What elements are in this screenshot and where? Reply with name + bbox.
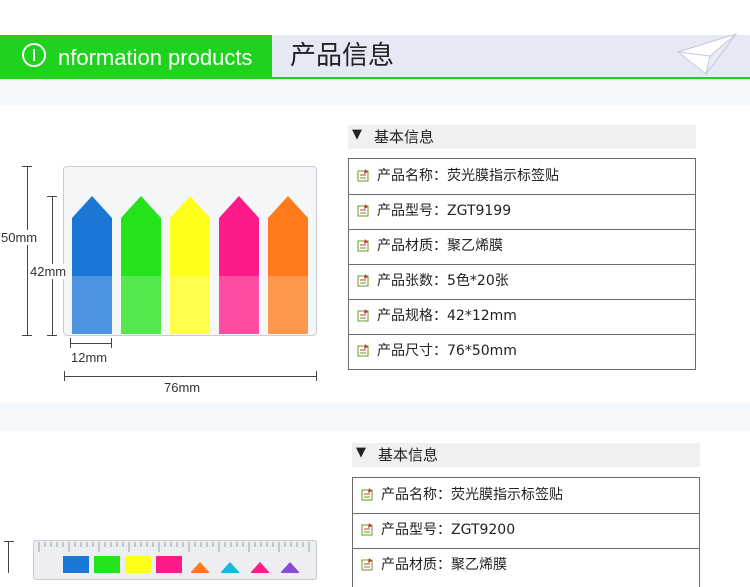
note-icon: [361, 488, 373, 501]
dim-tick: [316, 371, 317, 381]
section-band: [0, 403, 750, 431]
ruler-flag-square: [94, 556, 120, 573]
dim-line-flag-width: [70, 343, 112, 344]
spec-row: 产品材质：聚乙烯膜: [353, 548, 699, 583]
ruler-flag-square: [125, 556, 151, 573]
flag-film-overlay: [268, 276, 308, 334]
note-icon: [361, 523, 373, 536]
section2-heading: 基本信息: [378, 446, 439, 464]
flag-strips: [72, 196, 308, 334]
ruler-flags: [38, 542, 310, 573]
spec-row-label: 产品规格：42*12mm: [377, 308, 517, 324]
section2-heading-bar: ▼ 基本信息: [352, 443, 700, 467]
spec-row-label: 产品型号：ZGT9200: [381, 522, 516, 538]
dim-tick: [47, 335, 57, 336]
ruler-flag-arrow: [251, 562, 269, 573]
dim-line-width: [64, 376, 317, 377]
section1-heading: 基本信息: [374, 128, 435, 146]
section1-heading-bar: ▼ 基本信息: [348, 125, 696, 149]
dim-line-height: [8, 541, 9, 573]
triangle-down-icon: ▼: [352, 127, 362, 142]
spec-row-label: 产品材质：聚乙烯膜: [377, 238, 503, 254]
section2-spec-table: 产品名称：荧光膜指示标签贴 产品型号：ZGT9200 产品材质：聚乙烯膜: [352, 477, 700, 587]
spec-row: 产品材质：聚乙烯膜: [349, 229, 695, 265]
note-icon: [361, 558, 373, 571]
dim-tick: [64, 371, 65, 381]
info-circle-icon: [22, 43, 46, 67]
header-title-cn: 产品信息: [290, 41, 395, 71]
spec-row-label: 产品张数：5色*20张: [377, 273, 509, 289]
ruler-flag-arrow: [191, 562, 209, 573]
flag-film-overlay: [219, 276, 259, 334]
spec-row-label: 产品尺寸：76*50mm: [377, 343, 517, 359]
paper-plane-icon: [676, 33, 738, 75]
dim-tick: [22, 166, 32, 167]
section-band: [0, 79, 750, 105]
spec-row: 产品尺寸：76*50mm: [349, 334, 695, 369]
dim-tick: [22, 335, 32, 336]
dim-tick: [111, 338, 112, 348]
flag-film-overlay: [170, 276, 210, 334]
ruler-flag-square: [63, 556, 89, 573]
dim-label-height-inner: 42mm: [30, 264, 67, 279]
ruler-flag-arrow: [221, 562, 239, 573]
triangle-down-icon: ▼: [356, 445, 366, 460]
spec-row-label: 产品材质：聚乙烯膜: [381, 557, 507, 573]
spec-row: 产品规格：42*12mm: [349, 299, 695, 335]
spec-row-label: 产品名称：荧光膜指示标签贴: [381, 487, 563, 503]
spec-row-label: 产品型号：ZGT9199: [377, 203, 512, 219]
dim-line-height-outer: [27, 166, 28, 336]
ruler-flag-square: [156, 556, 182, 573]
flag-film-overlay: [121, 276, 161, 334]
ruler-flag-arrow: [281, 562, 299, 573]
dim-label-width: 76mm: [164, 380, 201, 395]
section1-spec-table: 产品名称：荧光膜指示标签贴 产品型号：ZGT9199 产品材质：聚乙烯膜 产品张…: [348, 158, 696, 370]
note-icon: [357, 309, 369, 322]
spec-row: 产品型号：ZGT9200: [353, 513, 699, 549]
note-icon: [357, 239, 369, 252]
dim-tick: [4, 541, 14, 542]
spec-row: 产品型号：ZGT9199: [349, 194, 695, 230]
note-icon: [357, 204, 369, 217]
note-icon: [357, 169, 369, 182]
note-icon: [357, 274, 369, 287]
note-icon: [357, 344, 369, 357]
flag-film-overlay: [72, 276, 112, 334]
dim-label-flag-width: 12mm: [71, 350, 108, 365]
spec-row: 产品名称：荧光膜指示标签贴: [349, 159, 695, 195]
spec-row: 产品张数：5色*20张: [349, 264, 695, 300]
dim-tick: [47, 196, 57, 197]
spec-row: 产品名称：荧光膜指示标签贴: [353, 478, 699, 514]
dim-label-height-outer: 50mm: [1, 230, 38, 245]
spec-row-label: 产品名称：荧光膜指示标签贴: [377, 168, 559, 184]
dim-tick: [70, 338, 71, 348]
header-title-en: nformation products: [58, 45, 253, 70]
